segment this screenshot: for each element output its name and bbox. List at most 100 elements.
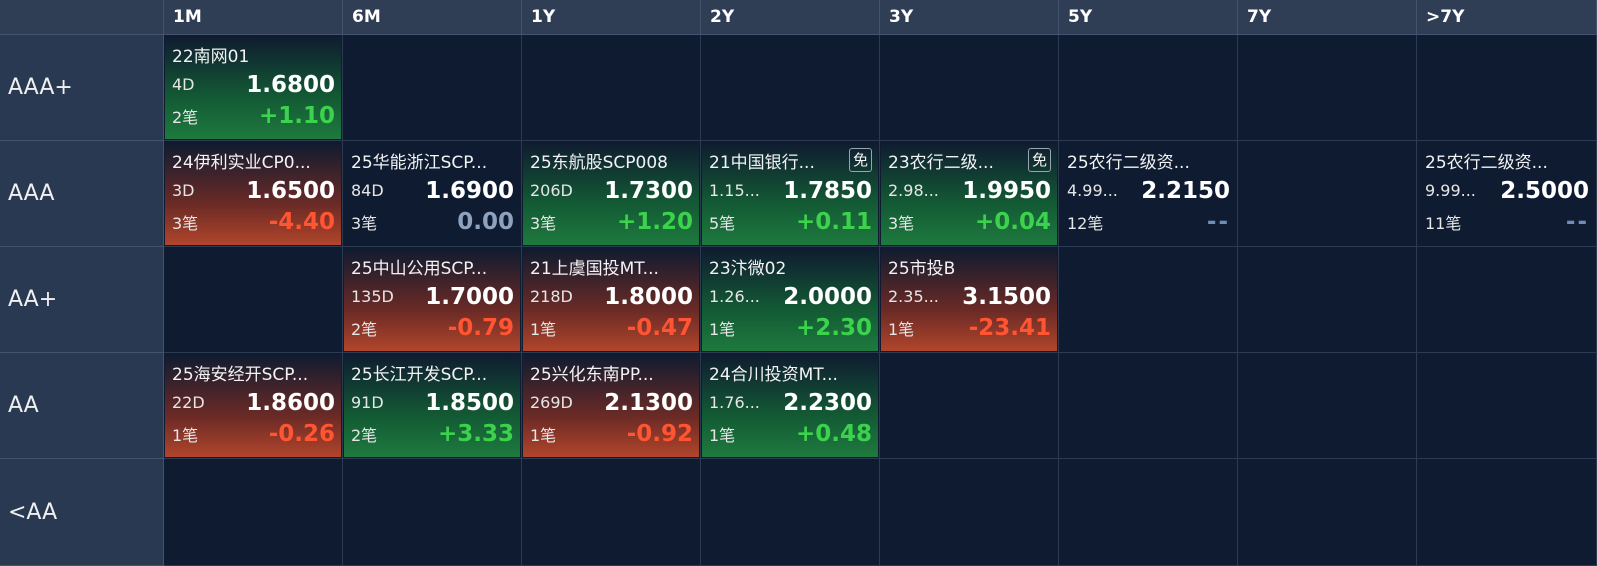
- bond-name: 21中国银行...: [709, 152, 815, 173]
- bond-tile[interactable]: 21中国银行... 免 1.15... 1.7850 5笔 +0.11: [702, 142, 878, 245]
- bond-name: 25东航股SCP008: [530, 152, 668, 173]
- tile-change-row: 12笔 --: [1067, 206, 1230, 237]
- bond-rating-term-matrix: 1M 6M 1Y 2Y 3Y 5Y 7Y >7Y AAA+ 22南网01 4D 1.6800 2笔 +1.…: [0, 0, 1597, 566]
- column-header[interactable]: 3Y: [880, 0, 1059, 35]
- row-header: AAA+: [0, 35, 164, 141]
- matrix-cell: [880, 353, 1059, 459]
- matrix-cell: [1238, 141, 1417, 247]
- matrix-cell: [1238, 247, 1417, 353]
- change-bp: +0.11: [795, 208, 872, 235]
- matrix-cell: 25兴化东南PP... 269D 2.1300 1笔 -0.92: [522, 353, 701, 459]
- matrix-cell: 25农行二级资... 4.99... 2.2150 12笔 --: [1059, 141, 1238, 247]
- tile-header: 25华能浙江SCP...: [351, 145, 514, 175]
- matrix-cell: 25海安经开SCP... 22D 1.8600 1笔 -0.26: [164, 353, 343, 459]
- matrix-cell: [1059, 247, 1238, 353]
- tile-price-row: 269D 2.1300: [530, 387, 693, 418]
- trade-count: 1笔: [709, 425, 736, 445]
- column-header[interactable]: >7Y: [1417, 0, 1597, 35]
- bond-tile[interactable]: 25东航股SCP008 206D 1.7300 3笔 +1.20: [523, 142, 699, 245]
- remaining-term: 135D: [351, 287, 394, 306]
- bond-tile[interactable]: 25农行二级资... 9.99... 2.5000 11笔 --: [1418, 142, 1595, 245]
- matrix-cell: 24伊利实业CP0... 3D 1.6500 3笔 -4.40: [164, 141, 343, 247]
- tile-price-row: 4.99... 2.2150: [1067, 175, 1230, 206]
- yield-price: 1.7000: [425, 283, 514, 310]
- trade-count: 12笔: [1067, 213, 1104, 233]
- bond-tile[interactable]: 25中山公用SCP... 135D 1.7000 2笔 -0.79: [344, 248, 520, 351]
- matrix-cell: [522, 35, 701, 141]
- column-header[interactable]: 1Y: [522, 0, 701, 35]
- trade-count: 5笔: [709, 213, 736, 233]
- bond-tile[interactable]: 23汴微02 1.26... 2.0000 1笔 +2.30: [702, 248, 878, 351]
- bond-name: 21上虞国投MT...: [530, 258, 659, 279]
- column-header[interactable]: 1M: [164, 0, 343, 35]
- change-bp: +1.20: [616, 208, 693, 235]
- matrix-cell: [701, 459, 880, 566]
- bond-name: 25长江开发SCP...: [351, 364, 488, 385]
- tile-change-row: 2笔 +3.33: [351, 418, 514, 449]
- remaining-term: 2.98...: [888, 181, 939, 200]
- trade-count: 3笔: [530, 213, 557, 233]
- remaining-term: 1.15...: [709, 181, 760, 200]
- tile-change-row: 3笔 +0.04: [888, 206, 1051, 237]
- column-header[interactable]: 7Y: [1238, 0, 1417, 35]
- yield-price: 1.7850: [783, 177, 872, 204]
- matrix-cell: 25市投B 2.35... 3.1500 1笔 -23.41: [880, 247, 1059, 353]
- tile-change-row: 1笔 -0.47: [530, 312, 693, 343]
- trade-count: 2笔: [351, 319, 378, 339]
- column-header[interactable]: 5Y: [1059, 0, 1238, 35]
- yield-price: 1.6900: [425, 177, 514, 204]
- column-header[interactable]: 6M: [343, 0, 522, 35]
- remaining-term: 218D: [530, 287, 573, 306]
- tile-price-row: 91D 1.8500: [351, 387, 514, 418]
- change-bp: +3.33: [437, 420, 514, 447]
- matrix-cell: 24合川投资MT... 1.76... 2.2300 1笔 +0.48: [701, 353, 880, 459]
- bond-tile[interactable]: 25长江开发SCP... 91D 1.8500 2笔 +3.33: [344, 354, 520, 457]
- column-header[interactable]: 2Y: [701, 0, 880, 35]
- bond-tile[interactable]: 23农行二级... 免 2.98... 1.9950 3笔 +0.04: [881, 142, 1057, 245]
- matrix-cell: [1417, 247, 1597, 353]
- tile-price-row: 1.26... 2.0000: [709, 281, 872, 312]
- tile-change-row: 11笔 --: [1425, 206, 1589, 237]
- yield-price: 2.1300: [604, 389, 693, 416]
- change-bp: -0.92: [626, 420, 693, 447]
- tile-price-row: 3D 1.6500: [172, 175, 335, 206]
- bond-tile[interactable]: 25农行二级资... 4.99... 2.2150 12笔 --: [1060, 142, 1236, 245]
- bond-tile[interactable]: 25兴化东南PP... 269D 2.1300 1笔 -0.92: [523, 354, 699, 457]
- bond-name: 25海安经开SCP...: [172, 364, 309, 385]
- tile-header: 24伊利实业CP0...: [172, 145, 335, 175]
- tile-header: 25长江开发SCP...: [351, 357, 514, 387]
- tile-change-row: 1笔 -0.26: [172, 418, 335, 449]
- remaining-term: 4.99...: [1067, 181, 1118, 200]
- tile-price-row: 84D 1.6900: [351, 175, 514, 206]
- remaining-term: 1.26...: [709, 287, 760, 306]
- matrix-cell: [1059, 353, 1238, 459]
- trade-count: 1笔: [530, 319, 557, 339]
- tile-price-row: 1.15... 1.7850: [709, 175, 872, 206]
- tile-change-row: 1笔 +0.48: [709, 418, 872, 449]
- remaining-term: 91D: [351, 393, 384, 412]
- tile-price-row: 1.76... 2.2300: [709, 387, 872, 418]
- trade-count: 2笔: [351, 425, 378, 445]
- bond-tile[interactable]: 25海安经开SCP... 22D 1.8600 1笔 -0.26: [165, 354, 341, 457]
- matrix-cell: [164, 459, 343, 566]
- trade-count: 11笔: [1425, 213, 1462, 233]
- yield-price: 1.8000: [604, 283, 693, 310]
- bond-tile[interactable]: 25华能浙江SCP... 84D 1.6900 3笔 0.00: [344, 142, 520, 245]
- change-bp: -0.79: [447, 314, 514, 341]
- bond-name: 25农行二级资...: [1425, 152, 1548, 173]
- tile-price-row: 206D 1.7300: [530, 175, 693, 206]
- bond-tile[interactable]: 21上虞国投MT... 218D 1.8000 1笔 -0.47: [523, 248, 699, 351]
- bond-name: 22南网01: [172, 46, 250, 67]
- bond-name: 23汴微02: [709, 258, 787, 279]
- bond-tile[interactable]: 22南网01 4D 1.6800 2笔 +1.10: [165, 36, 341, 139]
- bond-tile[interactable]: 24伊利实业CP0... 3D 1.6500 3笔 -4.40: [165, 142, 341, 245]
- bond-name: 25农行二级资...: [1067, 152, 1190, 173]
- remaining-term: 4D: [172, 75, 195, 94]
- bond-tile[interactable]: 24合川投资MT... 1.76... 2.2300 1笔 +0.48: [702, 354, 878, 457]
- matrix-cell: [1238, 459, 1417, 566]
- bond-name: 23农行二级...: [888, 152, 994, 173]
- remaining-term: 1.76...: [709, 393, 760, 412]
- tile-header: 21上虞国投MT...: [530, 251, 693, 281]
- matrix-cell: [522, 459, 701, 566]
- bond-tile[interactable]: 25市投B 2.35... 3.1500 1笔 -23.41: [881, 248, 1057, 351]
